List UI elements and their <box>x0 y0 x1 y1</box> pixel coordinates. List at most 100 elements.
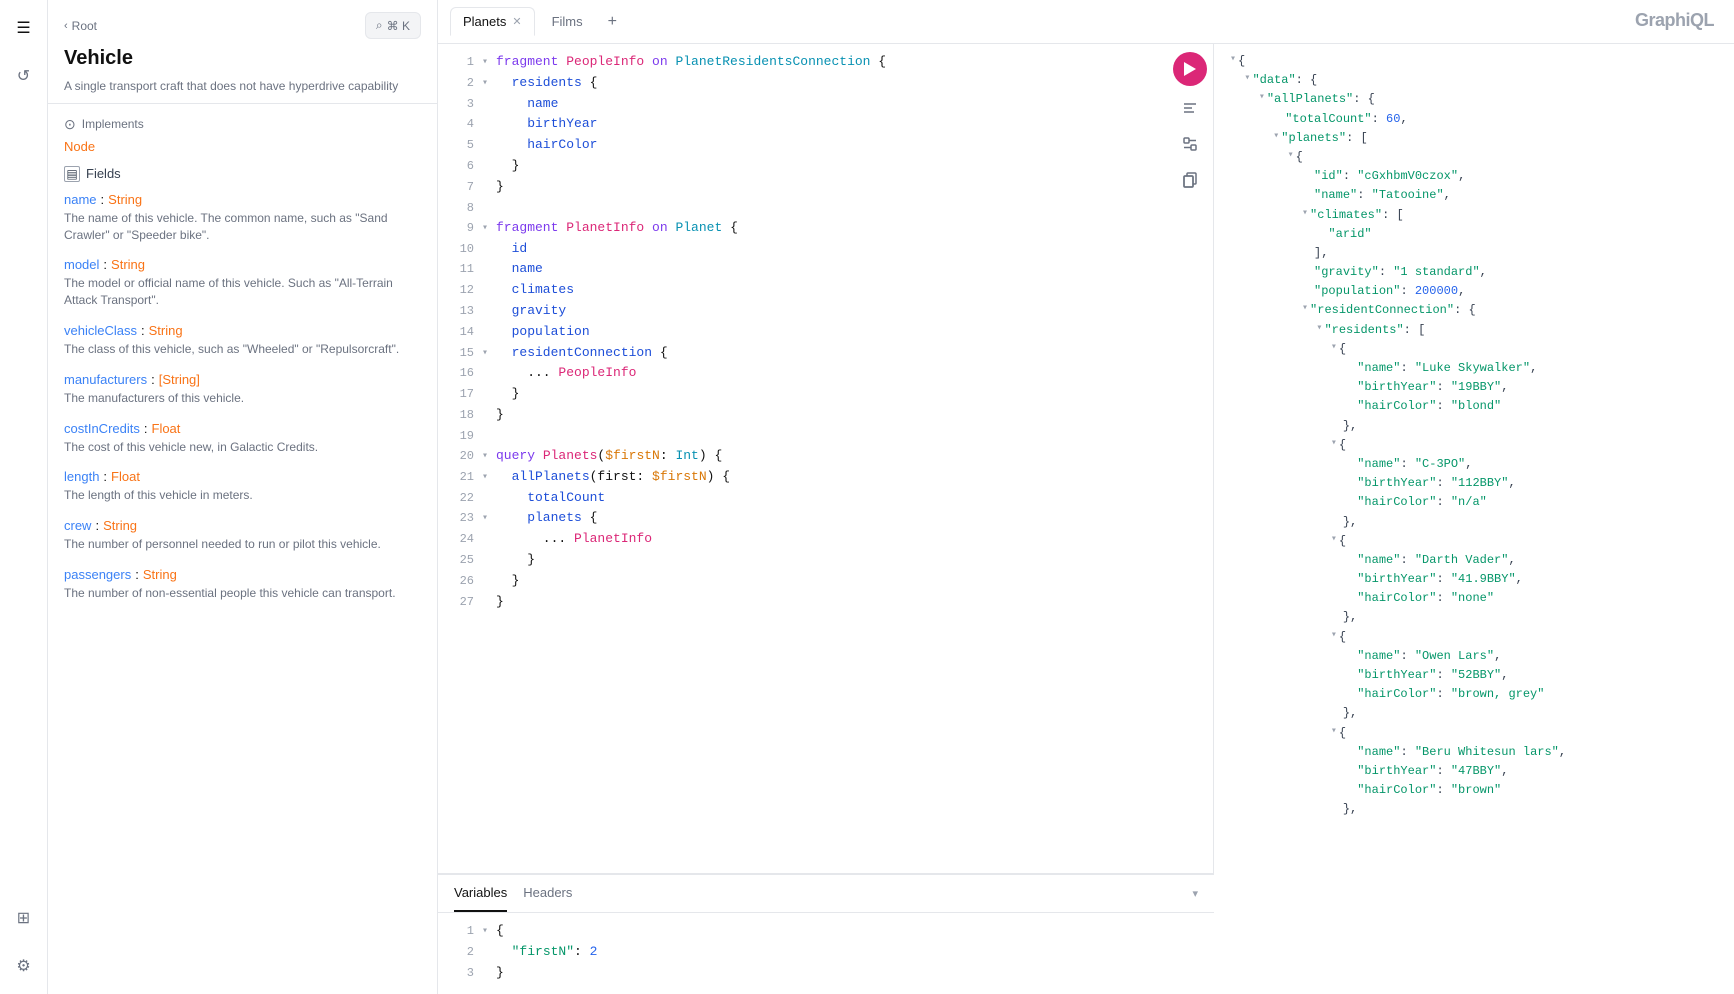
field-item-manufacturers: manufacturers : [String] The manufacture… <box>64 372 421 407</box>
result-line-26: "name": "Darth Vader", <box>1230 551 1718 570</box>
line-content-15: residentConnection { <box>496 343 1158 364</box>
breadcrumb-root[interactable]: Root <box>72 19 97 33</box>
variables-code[interactable]: 1▾{2 "firstN": 23} <box>438 913 1214 991</box>
line-content-4: birthYear <box>496 114 1158 135</box>
code-line-21: 21▾ allPlanets(first: $firstN) { <box>438 467 1166 488</box>
code-line-6: 6 } <box>438 156 1166 177</box>
line-arrow-5 <box>482 135 492 138</box>
page-title: Vehicle <box>64 47 421 70</box>
field-link-vehicleClass[interactable]: vehicleClass <box>64 323 137 338</box>
field-link-passengers[interactable]: passengers <box>64 567 131 582</box>
field-item-passengers: passengers : String The number of non-es… <box>64 567 421 602</box>
variables-tab-bar: Variables Headers ▾ <box>438 875 1214 913</box>
tab-label-planets: Planets <box>463 14 506 29</box>
line-content-9: fragment PlanetInfo on Planet { <box>496 218 1158 239</box>
code-editor[interactable]: 1▾fragment PeopleInfo on PlanetResidents… <box>438 44 1166 873</box>
field-link-length[interactable]: length <box>64 469 99 484</box>
field-name-passengers: passengers : String <box>64 567 421 582</box>
field-desc-costInCredits: The cost of this vehicle new, in Galacti… <box>64 439 421 456</box>
field-name-name: name : String <box>64 192 421 207</box>
sidebar-content: ⊙ Implements Node ▤ Fields name : String… <box>48 104 437 994</box>
line-content-16: ... PeopleInfo <box>496 363 1158 384</box>
field-link-name[interactable]: name <box>64 192 97 207</box>
implements-icon: ⊙ <box>64 116 76 133</box>
settings-icon[interactable]: ⚙ <box>8 950 40 982</box>
code-line-7: 7} <box>438 177 1166 198</box>
variables-chevron[interactable]: ▾ <box>1192 887 1198 900</box>
field-link-costInCredits[interactable]: costInCredits <box>64 421 140 436</box>
variables-tab[interactable]: Variables <box>454 875 507 912</box>
tab-close-planets[interactable]: ✕ <box>512 15 521 28</box>
line-number-12: 12 <box>446 280 474 300</box>
result-line-12: "population": 200000, <box>1230 282 1718 301</box>
field-item-name: name : String The name of this vehicle. … <box>64 192 421 244</box>
result-line-21: "name": "C-3PO", <box>1230 455 1718 474</box>
line-content-10: id <box>496 239 1158 260</box>
result-line-0: ▾{ <box>1230 52 1718 71</box>
line-content-26: } <box>496 571 1158 592</box>
document-icon[interactable]: ☰ <box>8 12 40 44</box>
field-link-manufacturers[interactable]: manufacturers <box>64 372 147 387</box>
result-line-28: "hairColor": "none" <box>1230 589 1718 608</box>
field-type-passengers: String <box>143 567 177 582</box>
line-number-17: 17 <box>446 384 474 404</box>
line-content-14: population <box>496 322 1158 343</box>
tab-films[interactable]: Films <box>539 7 596 36</box>
run-button[interactable] <box>1173 52 1207 86</box>
fields-icon: ▤ <box>64 166 80 182</box>
line-content-27: } <box>496 592 1158 613</box>
result-line-33: "hairColor": "brown, grey" <box>1230 685 1718 704</box>
line-number-2: 2 <box>446 73 474 93</box>
prettify-icon[interactable] <box>1176 94 1204 122</box>
fields-header: ▤ Fields <box>64 166 421 182</box>
line-arrow-7 <box>482 177 492 180</box>
result-line-16: "name": "Luke Skywalker", <box>1230 359 1718 378</box>
tab-bar: Planets ✕ Films + <box>438 0 1734 44</box>
tab-add-button[interactable]: + <box>600 9 625 35</box>
field-link-model[interactable]: model <box>64 257 99 272</box>
line-content-12: climates <box>496 280 1158 301</box>
headers-tab[interactable]: Headers <box>523 875 572 912</box>
field-desc-crew: The number of personnel needed to run or… <box>64 536 421 553</box>
line-arrow-24 <box>482 529 492 532</box>
line-arrow-22 <box>482 488 492 491</box>
line-number-7: 7 <box>446 177 474 197</box>
line-number-8: 8 <box>446 198 474 218</box>
field-name-model: model : String <box>64 257 421 272</box>
var-line-num-1: 1 <box>446 921 474 941</box>
var-line-num-3: 3 <box>446 963 474 983</box>
line-number-13: 13 <box>446 301 474 321</box>
field-type-crew: String <box>103 518 137 533</box>
field-link-crew[interactable]: crew <box>64 518 91 533</box>
code-line-17: 17 } <box>438 384 1166 405</box>
line-arrow-6 <box>482 156 492 159</box>
code-line-11: 11 name <box>438 259 1166 280</box>
plugin-icon[interactable]: ⊞ <box>8 902 40 934</box>
fields-list: name : String The name of this vehicle. … <box>64 192 421 602</box>
copy-icon[interactable] <box>1176 166 1204 194</box>
result-line-17: "birthYear": "19BBY", <box>1230 378 1718 397</box>
search-bar[interactable]: ⌕ ⌘ K <box>365 12 421 39</box>
line-arrow-1: ▾ <box>482 52 492 71</box>
page-description: A single transport craft that does not h… <box>64 78 421 95</box>
line-arrow-25 <box>482 550 492 553</box>
line-content-1: fragment PeopleInfo on PlanetResidentsCo… <box>496 52 1158 73</box>
result-line-7: "name": "Tatooine", <box>1230 186 1718 205</box>
result-line-20: ▾{ <box>1230 436 1718 455</box>
var-arrow-1: ▾ <box>482 921 492 940</box>
merge-icon[interactable] <box>1176 130 1204 158</box>
result-line-36: "name": "Beru Whitesun lars", <box>1230 743 1718 762</box>
implements-link[interactable]: Node <box>64 139 421 154</box>
line-number-27: 27 <box>446 592 474 612</box>
line-arrow-18 <box>482 405 492 408</box>
sidebar-header: ‹ Root ⌕ ⌘ K Vehicle A single transport … <box>48 0 437 104</box>
tab-planets[interactable]: Planets ✕ <box>450 7 535 36</box>
result-line-2: ▾"allPlanets": { <box>1230 90 1718 109</box>
line-content-21: allPlanets(first: $firstN) { <box>496 467 1158 488</box>
result-line-38: "hairColor": "brown" <box>1230 781 1718 800</box>
history-icon[interactable]: ↺ <box>8 60 40 92</box>
field-name-vehicleClass: vehicleClass : String <box>64 323 421 338</box>
graphiql-branding: GraphiQL <box>1635 10 1714 31</box>
var-line-num-2: 2 <box>446 942 474 962</box>
line-number-25: 25 <box>446 550 474 570</box>
